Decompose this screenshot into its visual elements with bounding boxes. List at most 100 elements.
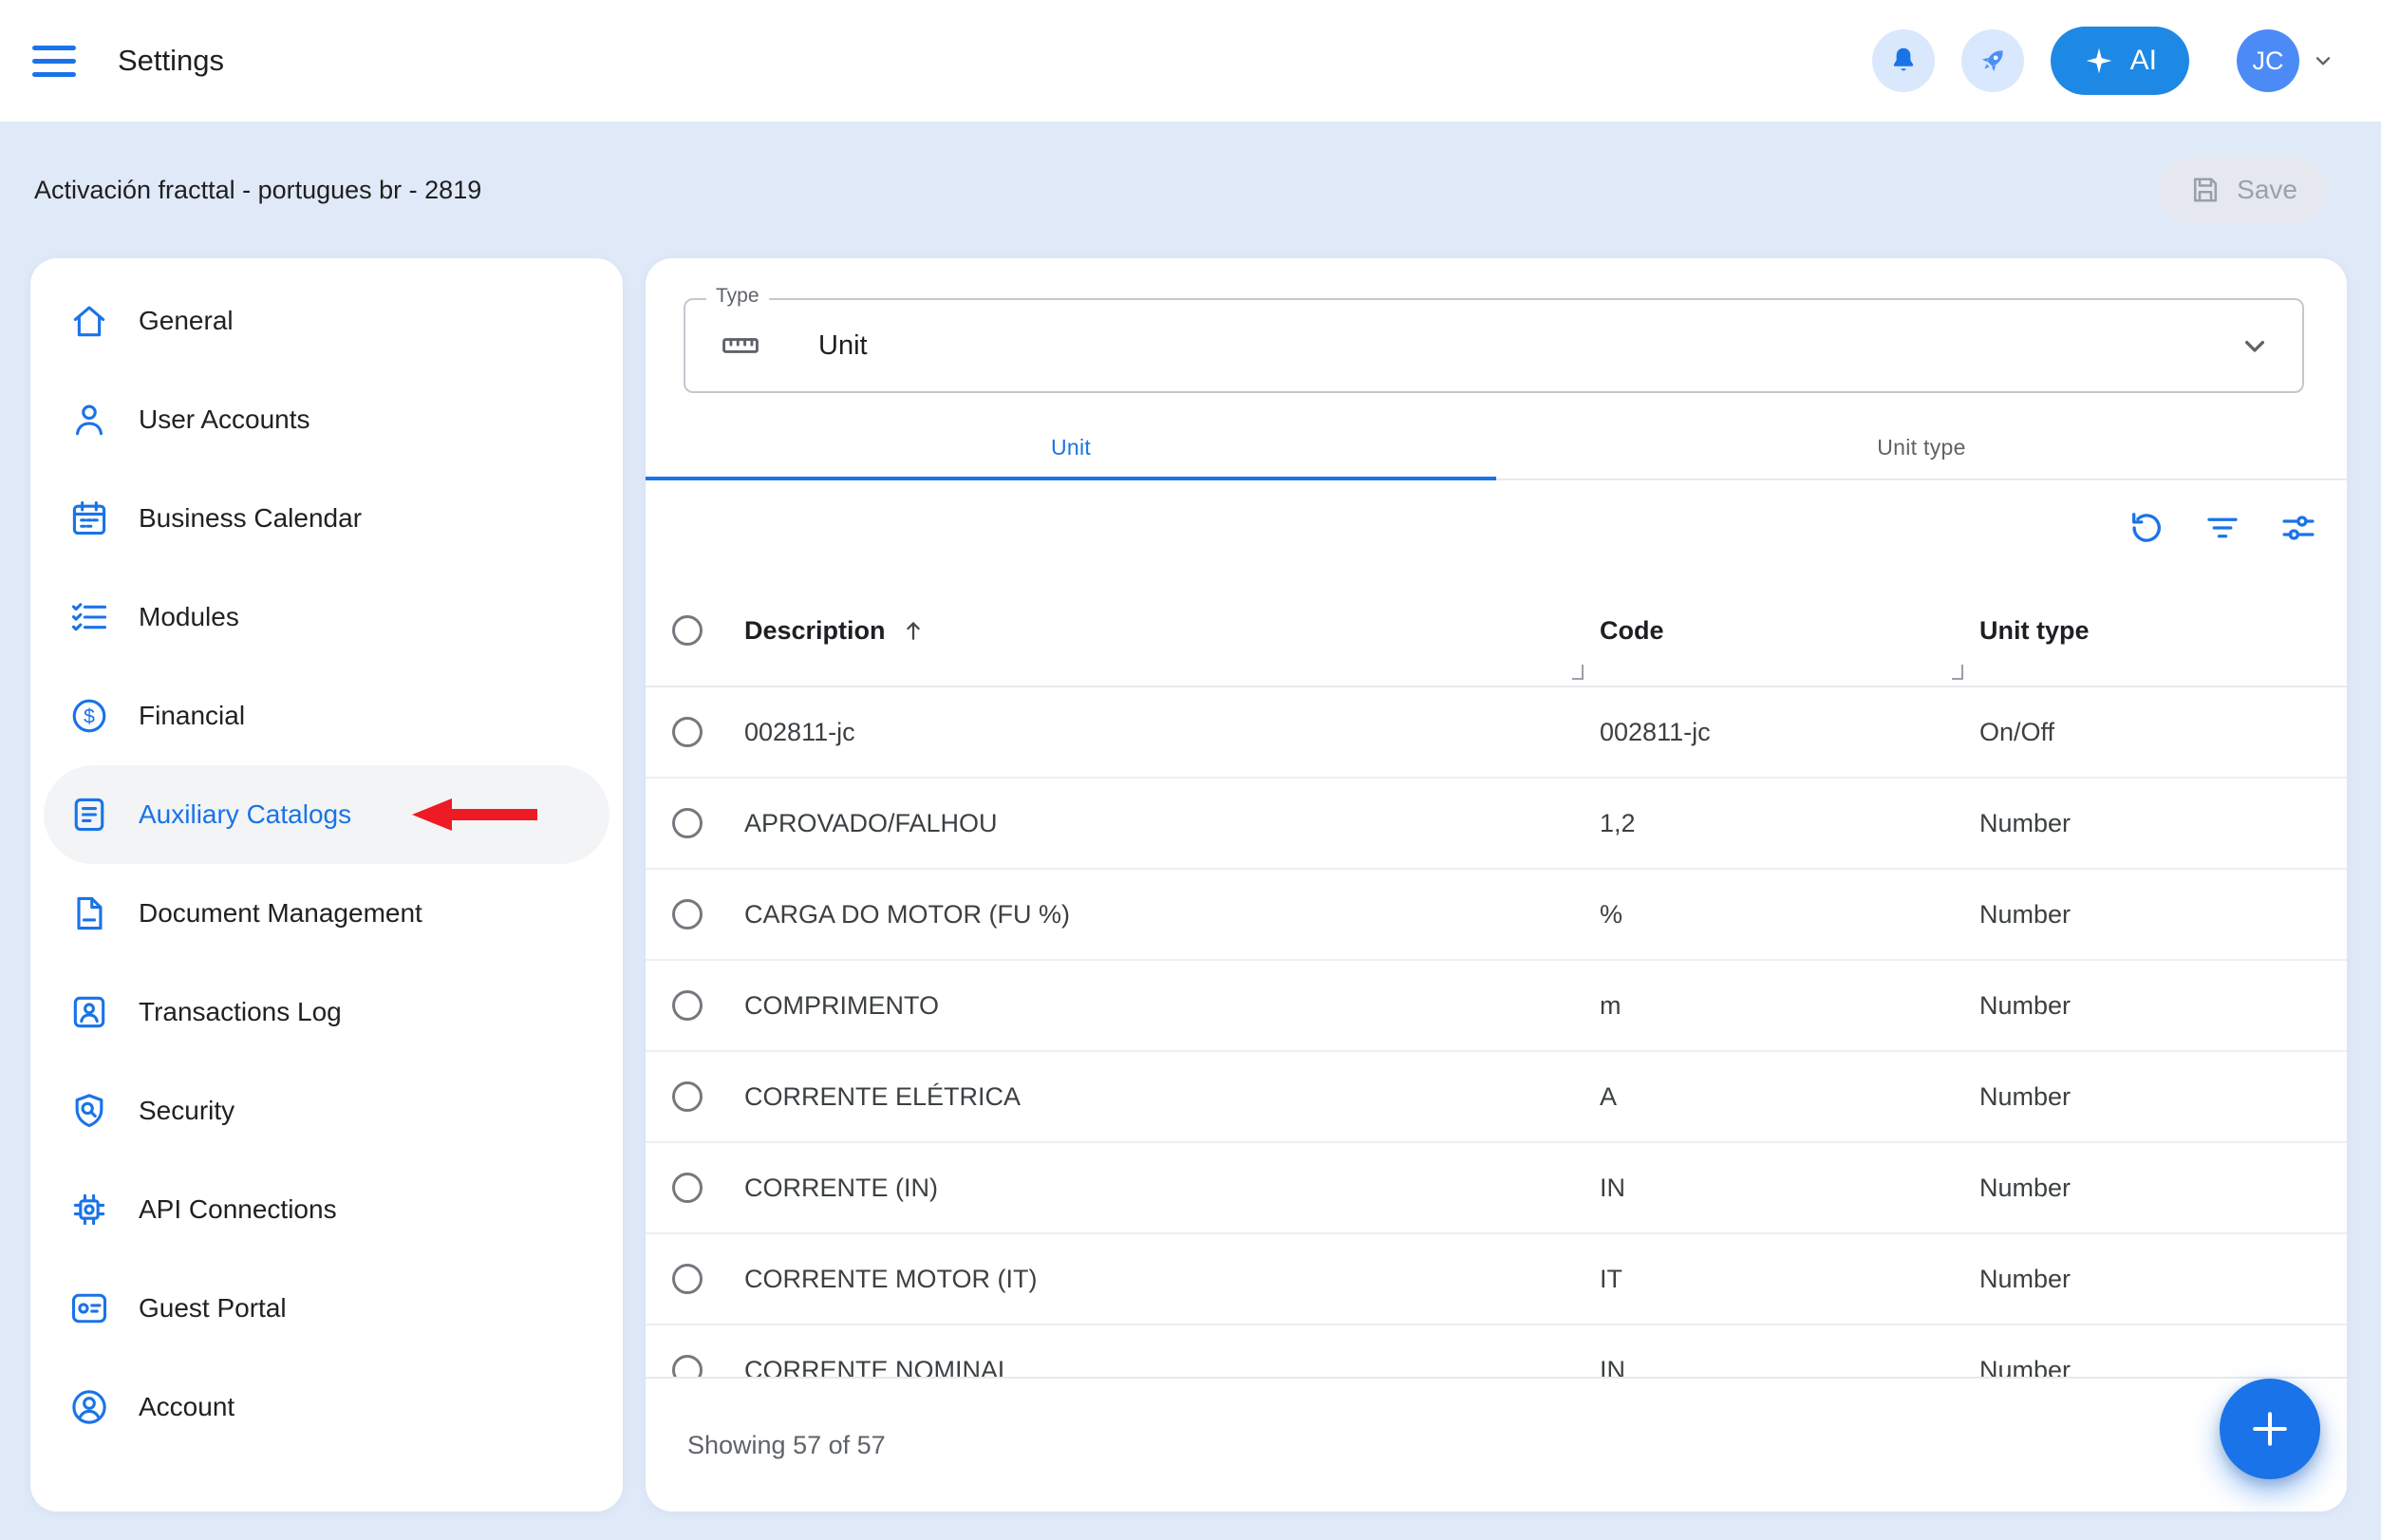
chevron-down-icon — [2311, 48, 2335, 73]
tab-unit-type[interactable]: Unit type — [1496, 418, 2347, 480]
sort-up-icon[interactable] — [899, 616, 928, 645]
column-resize-handle[interactable] — [1952, 665, 1963, 680]
notifications-button[interactable] — [1872, 29, 1935, 92]
type-select[interactable]: Type Unit — [684, 298, 2304, 393]
content: General User Accounts Business Calendar … — [0, 258, 2381, 1512]
sidebar-item-transactions-log[interactable]: Transactions Log — [44, 963, 609, 1061]
refresh-icon[interactable] — [2125, 506, 2168, 550]
avatar: JC — [2237, 29, 2299, 92]
row-description: CORRENTE ELÉTRICA — [744, 1082, 1600, 1112]
column-header-code[interactable]: Code — [1600, 616, 1979, 646]
row-code: A — [1600, 1082, 1979, 1112]
row-description: CORRENTE MOTOR (IT) — [744, 1265, 1600, 1294]
row-description: APROVADO/FALHOU — [744, 809, 1600, 838]
table-row[interactable]: COMPRIMENTO m Number — [646, 961, 2347, 1052]
plus-icon — [2244, 1403, 2296, 1455]
ai-button[interactable]: AI — [2051, 27, 2189, 95]
svg-text:$: $ — [84, 705, 95, 727]
tab-unit[interactable]: Unit — [646, 418, 1496, 480]
whats-new-button[interactable] — [1961, 29, 2024, 92]
row-description: CORRENTE NOMINAL — [744, 1356, 1600, 1378]
topbar-actions: AI JC — [1872, 27, 2335, 95]
table-row[interactable]: CORRENTE (IN) IN Number — [646, 1143, 2347, 1234]
person-box-icon — [68, 991, 110, 1033]
row-checkbox[interactable] — [672, 1264, 703, 1294]
sidebar-item-account[interactable]: Account — [44, 1358, 609, 1456]
row-count-summary: Showing 57 of 57 — [687, 1431, 886, 1460]
table-row[interactable]: CORRENTE MOTOR (IT) IT Number — [646, 1234, 2347, 1325]
row-code: IN — [1600, 1174, 1979, 1203]
sidebar-item-general[interactable]: General — [44, 272, 609, 370]
table-header: Description Code Unit type — [646, 575, 2347, 687]
table-row[interactable]: CORRENTE ELÉTRICA A Number — [646, 1052, 2347, 1143]
row-code: % — [1600, 900, 1979, 930]
row-checkbox[interactable] — [672, 808, 703, 838]
save-button-label: Save — [2237, 175, 2297, 205]
sidebar-item-label: Account — [139, 1392, 234, 1422]
sidebar-item-financial[interactable]: $ Financial — [44, 667, 609, 765]
row-checkbox[interactable] — [672, 1173, 703, 1203]
sidebar-item-security[interactable]: Security — [44, 1061, 609, 1160]
rocket-icon — [1975, 43, 2011, 79]
table-row[interactable]: APROVADO/FALHOU 1,2 Number — [646, 779, 2347, 870]
sidebar-item-label: Document Management — [139, 898, 422, 929]
user-icon — [68, 399, 110, 441]
row-code: IT — [1600, 1265, 1979, 1294]
tune-icon[interactable] — [2277, 506, 2320, 550]
chevron-down-icon — [2236, 327, 2274, 365]
red-arrow-annotation — [410, 797, 537, 833]
catalog-card-icon — [68, 794, 110, 836]
row-checkbox[interactable] — [672, 1081, 703, 1112]
row-code: 1,2 — [1600, 809, 1979, 838]
person-circle-icon — [68, 1386, 110, 1428]
sidebar-item-auxiliary-catalogs[interactable]: Auxiliary Catalogs — [44, 765, 609, 864]
sidebar-item-label: Modules — [139, 602, 239, 632]
sidebar-item-label: API Connections — [139, 1194, 337, 1225]
save-button[interactable]: Save — [2158, 157, 2328, 223]
row-checkbox[interactable] — [672, 899, 703, 930]
sidebar-item-document-management[interactable]: Document Management — [44, 864, 609, 963]
sidebar-item-business-calendar[interactable]: Business Calendar — [44, 469, 609, 568]
settings-sidebar: General User Accounts Business Calendar … — [30, 258, 623, 1512]
sub-header: Activación fracttal - portugues br - 281… — [0, 122, 2381, 258]
shield-search-icon — [68, 1090, 110, 1132]
column-resize-handle[interactable] — [1572, 665, 1584, 680]
bell-icon — [1886, 44, 1921, 78]
home-icon — [68, 300, 110, 342]
add-button[interactable] — [2220, 1379, 2320, 1479]
table-row[interactable]: 002811-jc 002811-jc On/Off — [646, 687, 2347, 779]
table-row[interactable]: CORRENTE NOMINAL IN Number — [646, 1325, 2347, 1377]
sidebar-item-label: Security — [139, 1096, 234, 1126]
select-all-checkbox[interactable] — [672, 615, 703, 646]
row-checkbox[interactable] — [672, 717, 703, 747]
document-icon — [68, 892, 110, 934]
row-code: 002811-jc — [1600, 718, 1979, 747]
row-code: IN — [1600, 1356, 1979, 1378]
sidebar-item-api-connections[interactable]: API Connections — [44, 1160, 609, 1259]
page-title: Settings — [118, 44, 224, 78]
sidebar-item-label: Auxiliary Catalogs — [139, 799, 351, 830]
menu-icon[interactable] — [32, 46, 78, 77]
table-row[interactable]: CARGA DO MOTOR (FU %) % Number — [646, 870, 2347, 961]
sidebar-item-guest-portal[interactable]: Guest Portal — [44, 1259, 609, 1358]
sparkle-icon — [2083, 45, 2115, 77]
row-description: CORRENTE (IN) — [744, 1174, 1600, 1203]
row-unit-type: Number — [1979, 809, 2347, 838]
filter-icon[interactable] — [2201, 506, 2244, 550]
table-footer: Showing 57 of 57 — [646, 1377, 2347, 1512]
column-header-description[interactable]: Description — [744, 616, 886, 646]
row-unit-type: Number — [1979, 900, 2347, 930]
row-unit-type: Number — [1979, 991, 2347, 1021]
row-unit-type: Number — [1979, 1356, 2347, 1378]
type-select-value: Unit — [818, 330, 868, 362]
page: { "colors": { "accent": "#1a73e8", "back… — [0, 0, 2381, 1540]
sidebar-item-user-accounts[interactable]: User Accounts — [44, 370, 609, 469]
dollar-circle-icon: $ — [68, 695, 110, 737]
sidebar-item-modules[interactable]: Modules — [44, 568, 609, 667]
row-checkbox[interactable] — [672, 990, 703, 1021]
profile-menu[interactable]: JC — [2237, 29, 2335, 92]
row-checkbox[interactable] — [672, 1355, 703, 1377]
top-bar: Settings — [0, 0, 2381, 122]
column-header-unit-type[interactable]: Unit type — [1979, 616, 2347, 646]
sidebar-item-label: Guest Portal — [139, 1293, 287, 1324]
